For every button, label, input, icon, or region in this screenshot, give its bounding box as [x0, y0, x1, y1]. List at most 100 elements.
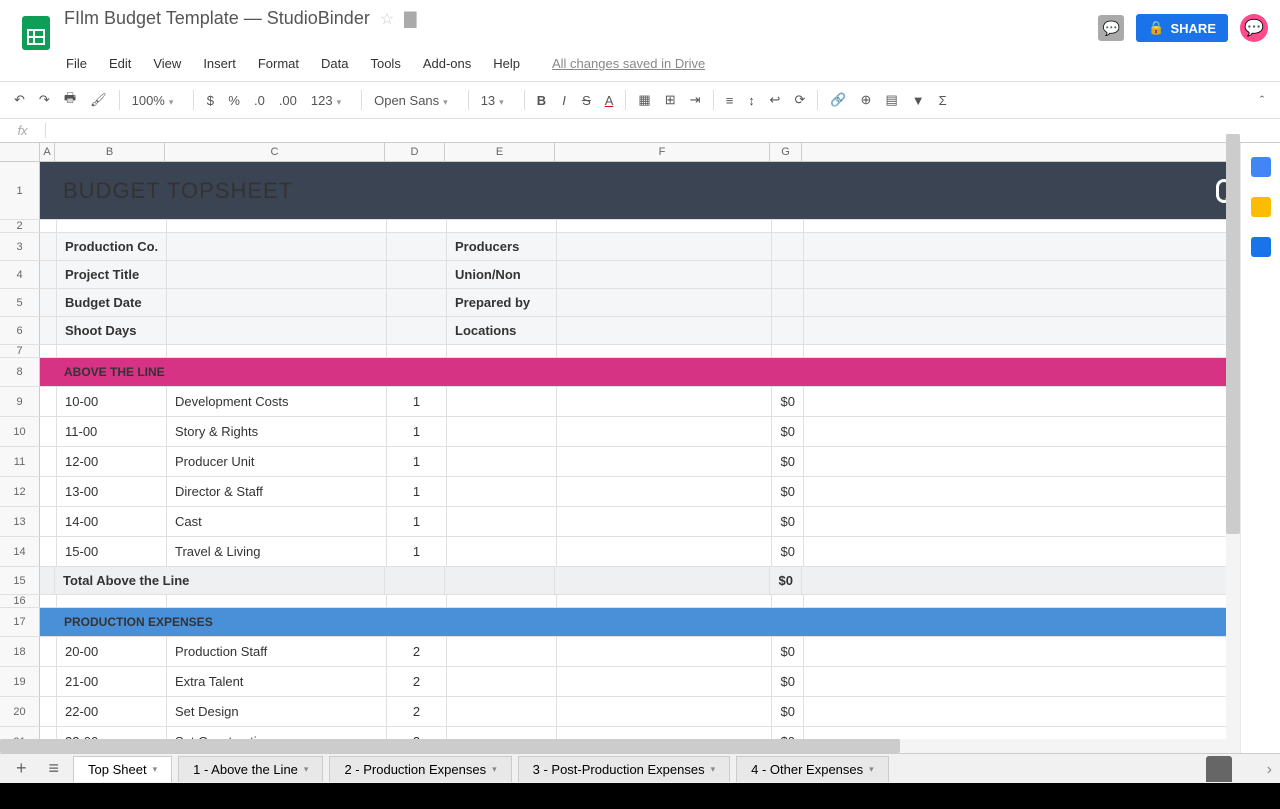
link-icon[interactable]: 🔗 [824, 88, 852, 112]
row-number[interactable]: 9 [0, 387, 40, 416]
chart-icon[interactable]: ▤ [879, 88, 903, 112]
tab-production[interactable]: 2 - Production Expenses▾ [329, 756, 511, 782]
cell[interactable]: Extra Talent [167, 667, 387, 696]
font-select[interactable]: Open Sans [368, 91, 462, 110]
cell[interactable]: 1 [387, 507, 447, 536]
row-number[interactable]: 6 [0, 317, 40, 344]
cell[interactable]: 2 [387, 667, 447, 696]
paint-format-icon[interactable]: 🖌 [84, 88, 113, 112]
row-number[interactable]: 11 [0, 447, 40, 476]
text-color-icon[interactable]: A [599, 89, 620, 112]
comments-icon[interactable]: 💬 [1098, 15, 1124, 41]
folder-icon[interactable]: ▇ [404, 9, 416, 29]
cell[interactable]: 2 [387, 697, 447, 726]
strike-icon[interactable]: S [576, 89, 597, 112]
cell[interactable]: 10-00 [57, 387, 167, 416]
cell[interactable]: Director & Staff [167, 477, 387, 506]
menu-tools[interactable]: Tools [360, 52, 410, 75]
chevron-down-icon[interactable]: ▾ [492, 764, 497, 775]
formula-input[interactable] [46, 121, 1280, 140]
section-header[interactable]: PRODUCTION EXPENSES [56, 608, 1208, 636]
row-number[interactable]: 3 [0, 233, 40, 260]
add-sheet-button[interactable]: + [8, 758, 35, 779]
cell[interactable]: $0 [772, 537, 804, 566]
tab-top-sheet[interactable]: Top Sheet▾ [73, 756, 172, 782]
keep-icon[interactable] [1251, 197, 1271, 217]
all-sheets-button[interactable]: ≡ [41, 758, 68, 779]
cell[interactable]: Producers [447, 233, 557, 260]
col-header-f[interactable]: F [555, 143, 770, 161]
cell[interactable]: $0 [772, 667, 804, 696]
row-number[interactable]: 15 [0, 567, 40, 594]
tab-post-production[interactable]: 3 - Post-Production Expenses▾ [518, 756, 731, 782]
menu-edit[interactable]: Edit [99, 52, 141, 75]
sheet-title[interactable]: BUDGET TOPSHEET [55, 162, 1208, 219]
section-header[interactable]: ABOVE THE LINE [56, 358, 1208, 386]
col-header-g[interactable]: G [770, 143, 802, 161]
row-number[interactable]: 8 [0, 358, 40, 386]
cell[interactable]: $0 [772, 477, 804, 506]
cell[interactable]: Project Title [57, 261, 167, 288]
chevron-down-icon[interactable]: ▾ [153, 764, 158, 775]
share-button[interactable]: 🔒 SHARE [1136, 14, 1228, 42]
cell[interactable]: $0 [772, 697, 804, 726]
studiobinder-icon[interactable]: 💬 [1240, 14, 1268, 42]
print-icon[interactable]: 🖶 [58, 85, 82, 115]
row-number[interactable]: 16 [0, 595, 40, 607]
cell[interactable]: 14-00 [57, 507, 167, 536]
row-number[interactable]: 13 [0, 507, 40, 536]
cell[interactable]: Locations [447, 317, 557, 344]
comment-insert-icon[interactable]: ⊕ [855, 88, 878, 112]
undo-icon[interactable]: ↶ [8, 88, 31, 112]
cell[interactable]: $0 [770, 567, 802, 594]
row-number[interactable]: 10 [0, 417, 40, 446]
menu-format[interactable]: Format [248, 52, 309, 75]
cell[interactable]: Story & Rights [167, 417, 387, 446]
col-header-e[interactable]: E [445, 143, 555, 161]
col-header-a[interactable]: A [40, 143, 55, 161]
functions-icon[interactable]: Σ [933, 89, 953, 112]
cell[interactable]: Cast [167, 507, 387, 536]
col-header-b[interactable]: B [55, 143, 165, 161]
menu-help[interactable]: Help [483, 52, 530, 75]
cell[interactable]: 1 [387, 387, 447, 416]
calendar-icon[interactable] [1251, 157, 1271, 177]
menu-file[interactable]: File [56, 52, 97, 75]
redo-icon[interactable]: ↷ [33, 88, 56, 112]
cell[interactable]: Producer Unit [167, 447, 387, 476]
menu-data[interactable]: Data [311, 52, 358, 75]
menu-insert[interactable]: Insert [193, 52, 246, 75]
row-number[interactable]: 17 [0, 608, 40, 636]
row-number[interactable]: 1 [0, 162, 40, 219]
menu-addons[interactable]: Add-ons [413, 52, 481, 75]
cell[interactable]: Union/Non [447, 261, 557, 288]
row-number[interactable]: 7 [0, 345, 40, 357]
cell[interactable]: Prepared by [447, 289, 557, 316]
chevron-down-icon[interactable]: ▾ [869, 764, 874, 775]
percent-icon[interactable]: % [222, 89, 246, 112]
cell[interactable]: 15-00 [57, 537, 167, 566]
row-number[interactable]: 20 [0, 697, 40, 726]
decimal-increase-icon[interactable]: .00 [273, 89, 303, 112]
tab-scroll-right-icon[interactable]: › [1267, 761, 1272, 779]
bold-icon[interactable]: B [531, 89, 552, 112]
cell[interactable]: Total Above the Line [55, 567, 385, 594]
cell[interactable]: 1 [387, 537, 447, 566]
chevron-down-icon[interactable]: ▾ [711, 764, 716, 775]
cell[interactable]: Development Costs [167, 387, 387, 416]
cell[interactable]: $0 [772, 637, 804, 666]
cell[interactable]: 1 [387, 417, 447, 446]
col-header-c[interactable]: C [165, 143, 385, 161]
cell[interactable]: Travel & Living [167, 537, 387, 566]
row-number[interactable]: 4 [0, 261, 40, 288]
scrollbar-vertical[interactable] [1226, 134, 1240, 753]
decimal-decrease-icon[interactable]: .0 [248, 89, 271, 112]
number-format-select[interactable]: 123 [305, 91, 355, 110]
cell[interactable]: $0 [772, 387, 804, 416]
cell[interactable]: Set Design [167, 697, 387, 726]
menu-view[interactable]: View [143, 52, 191, 75]
borders-icon[interactable]: ⊞ [659, 88, 682, 112]
align-h-icon[interactable]: ≡ [720, 89, 740, 112]
col-header-d[interactable]: D [385, 143, 445, 161]
row-number[interactable]: 12 [0, 477, 40, 506]
